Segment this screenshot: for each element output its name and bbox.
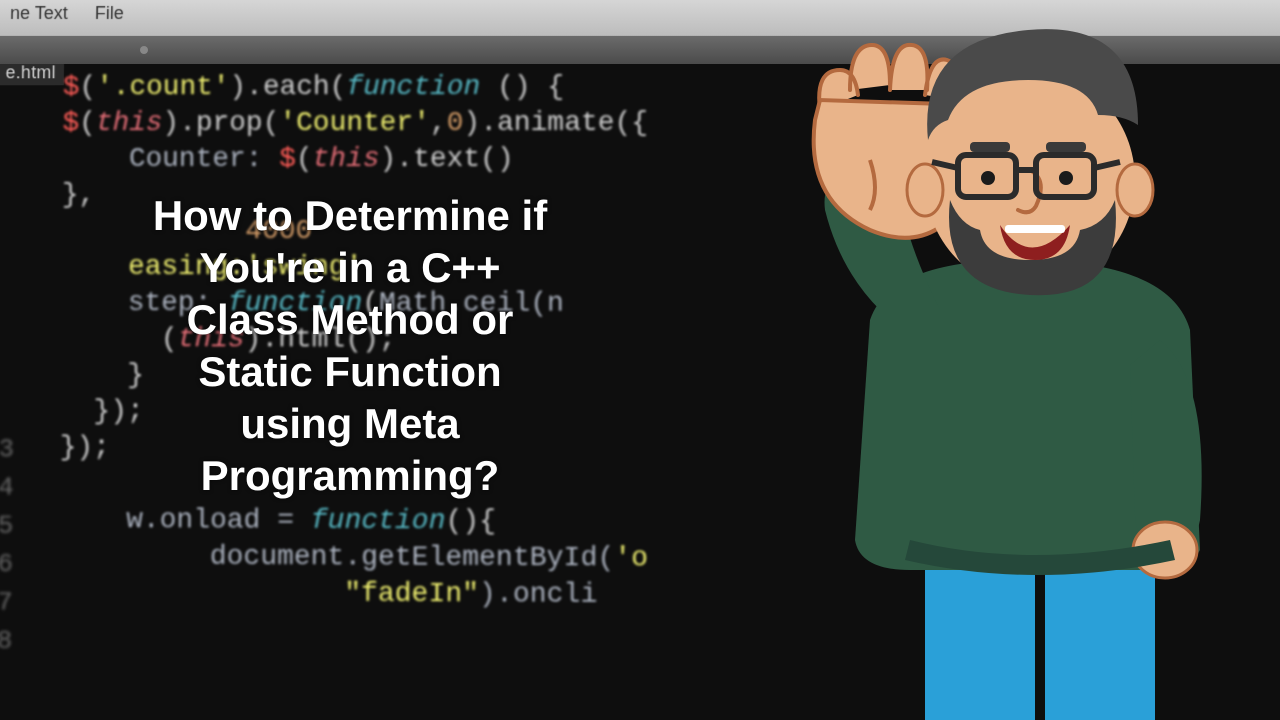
eye-icon [1059,171,1073,185]
title-line: Static Function [110,346,590,398]
line-number: 4 [0,468,14,506]
line-number: 88 [0,622,12,661]
code-token: (){ [445,506,496,538]
code-token: 'o [614,543,648,575]
code-token: ).animate({ [463,108,648,139]
code-token: $ [279,144,296,175]
code-token: Counter: [62,144,279,175]
line-number: 86 [0,545,13,583]
title-line: using Meta [110,398,590,450]
menu-bar: ne Text File [10,3,146,24]
line-number: 87 [0,583,13,622]
line-number-gutter: 3 4 5 86 87 88 [0,430,14,660]
code-token: "fadeIn" [58,577,479,610]
code-token: function [346,72,480,103]
overlay-title: How to Determine if You're in a C++ Clas… [110,190,590,502]
thumbnail-stage: ne Text File e.html 3 4 5 86 87 88 $('.c… [0,0,1280,720]
line-number: 3 [0,430,14,468]
code-token: this [96,108,163,139]
line-number: 5 [0,507,13,545]
code-token: document.getElementById( [59,541,615,574]
menu-item-text: ne Text [10,3,68,23]
code-token: $ [62,108,79,139]
code-token: '.count' [96,72,230,103]
code-token: ).prop( [162,108,279,139]
code-token: $ [63,72,80,103]
code-token: , [430,108,447,139]
title-line: Class Method or [110,294,590,346]
code-token: function [311,506,446,538]
code-token: w.onload = [59,505,311,537]
title-line: You're in a C++ [110,242,590,294]
code-token: () { [480,72,564,103]
code-token: }, [62,180,96,211]
eye-icon [981,171,995,185]
code-token: ( [296,144,313,175]
presenter-svg [700,20,1220,720]
eyebrow-icon [970,142,1010,152]
code-token: ).text() [379,144,513,175]
code-token: 'Counter' [279,108,430,139]
cartoon-presenter [700,20,1220,720]
code-token: this [313,144,380,175]
menu-item-file: File [95,3,124,23]
toolbar-dot-icon [140,46,148,54]
code-token: 0 [447,108,464,139]
title-line: Programming? [110,450,590,502]
editor-tab-label: e.html [5,62,55,82]
code-token: ( [79,108,96,139]
code-token: ).oncli [479,579,597,611]
eyebrow-icon [1046,142,1086,152]
code-token: }); [60,432,110,463]
code-token: ).each( [229,72,346,103]
title-line: How to Determine if [110,190,590,242]
code-token: ( [79,72,96,103]
editor-tab: e.html [0,60,64,85]
